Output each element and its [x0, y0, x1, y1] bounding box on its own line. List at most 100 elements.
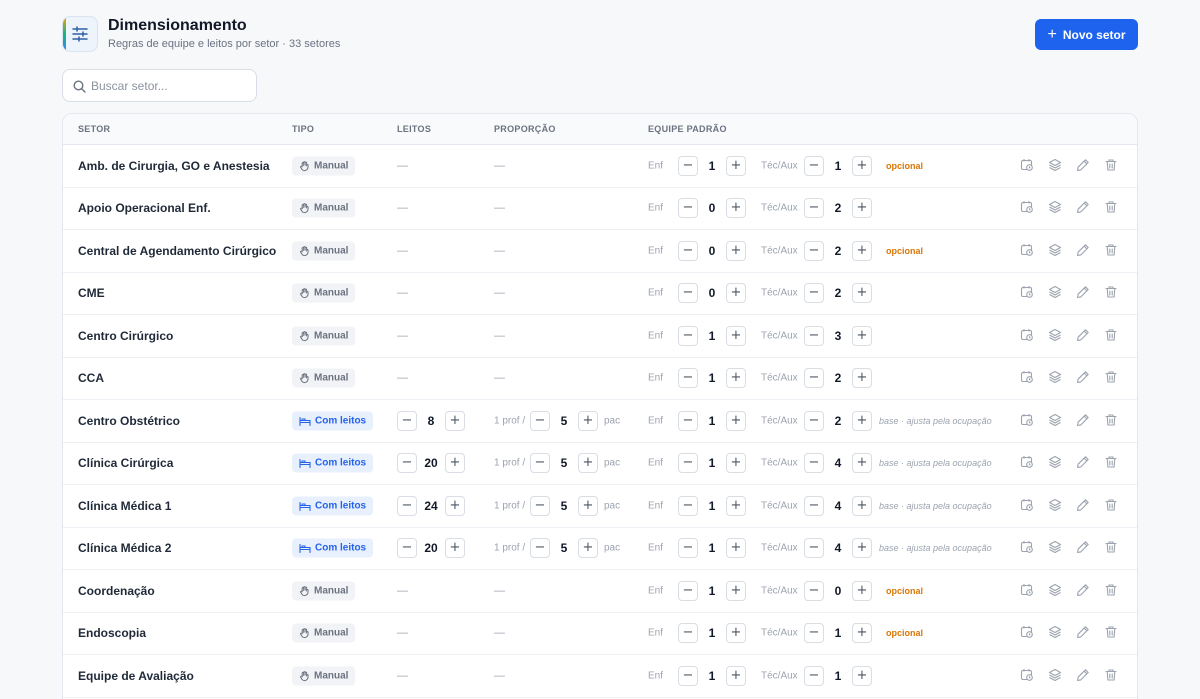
increment-button[interactable]: +	[726, 665, 746, 686]
layers-button[interactable]	[1048, 583, 1064, 599]
decrement-button[interactable]: −	[678, 453, 698, 474]
decrement-button[interactable]: −	[678, 410, 698, 431]
delete-button[interactable]	[1104, 285, 1120, 301]
decrement-button[interactable]: −	[804, 623, 824, 644]
decrement-button[interactable]: −	[678, 538, 698, 559]
increment-button[interactable]: +	[852, 240, 872, 261]
layers-button[interactable]	[1048, 455, 1064, 471]
increment-button[interactable]: +	[578, 410, 598, 431]
schedule-button[interactable]	[1020, 498, 1036, 514]
increment-button[interactable]: +	[726, 410, 746, 431]
layers-button[interactable]	[1048, 540, 1064, 556]
delete-button[interactable]	[1104, 243, 1120, 259]
decrement-button[interactable]: −	[804, 325, 824, 346]
schedule-button[interactable]	[1020, 328, 1036, 344]
decrement-button[interactable]: −	[804, 410, 824, 431]
increment-button[interactable]: +	[445, 453, 465, 474]
layers-button[interactable]	[1048, 498, 1064, 514]
decrement-button[interactable]: −	[678, 240, 698, 261]
decrement-button[interactable]: −	[804, 368, 824, 389]
decrement-button[interactable]: −	[804, 580, 824, 601]
delete-button[interactable]	[1104, 625, 1120, 641]
layers-button[interactable]	[1048, 625, 1064, 641]
decrement-button[interactable]: −	[804, 155, 824, 176]
increment-button[interactable]: +	[726, 368, 746, 389]
layers-button[interactable]	[1048, 158, 1064, 174]
delete-button[interactable]	[1104, 668, 1120, 684]
edit-button[interactable]	[1076, 583, 1092, 599]
edit-button[interactable]	[1076, 540, 1092, 556]
increment-button[interactable]: +	[726, 325, 746, 346]
search-input[interactable]	[91, 77, 251, 95]
delete-button[interactable]	[1104, 200, 1120, 216]
decrement-button[interactable]: −	[804, 453, 824, 474]
decrement-button[interactable]: −	[530, 538, 550, 559]
decrement-button[interactable]: −	[530, 495, 550, 516]
increment-button[interactable]: +	[578, 538, 598, 559]
increment-button[interactable]: +	[726, 240, 746, 261]
layers-button[interactable]	[1048, 285, 1064, 301]
decrement-button[interactable]: −	[804, 665, 824, 686]
decrement-button[interactable]: −	[397, 453, 417, 474]
schedule-button[interactable]	[1020, 158, 1036, 174]
edit-button[interactable]	[1076, 285, 1092, 301]
edit-button[interactable]	[1076, 328, 1092, 344]
increment-button[interactable]: +	[852, 198, 872, 219]
edit-button[interactable]	[1076, 498, 1092, 514]
layers-button[interactable]	[1048, 200, 1064, 216]
decrement-button[interactable]: −	[804, 538, 824, 559]
edit-button[interactable]	[1076, 370, 1092, 386]
increment-button[interactable]: +	[852, 580, 872, 601]
increment-button[interactable]: +	[726, 198, 746, 219]
delete-button[interactable]	[1104, 413, 1120, 429]
delete-button[interactable]	[1104, 455, 1120, 471]
increment-button[interactable]: +	[852, 410, 872, 431]
edit-button[interactable]	[1076, 243, 1092, 259]
decrement-button[interactable]: −	[397, 538, 417, 559]
edit-button[interactable]	[1076, 158, 1092, 174]
increment-button[interactable]: +	[852, 665, 872, 686]
schedule-button[interactable]	[1020, 455, 1036, 471]
decrement-button[interactable]: −	[678, 325, 698, 346]
delete-button[interactable]	[1104, 370, 1120, 386]
edit-button[interactable]	[1076, 668, 1092, 684]
decrement-button[interactable]: −	[397, 495, 417, 516]
increment-button[interactable]: +	[726, 453, 746, 474]
decrement-button[interactable]: −	[678, 198, 698, 219]
layers-button[interactable]	[1048, 668, 1064, 684]
increment-button[interactable]: +	[578, 453, 598, 474]
decrement-button[interactable]: −	[397, 410, 417, 431]
schedule-button[interactable]	[1020, 285, 1036, 301]
schedule-button[interactable]	[1020, 370, 1036, 386]
decrement-button[interactable]: −	[678, 155, 698, 176]
increment-button[interactable]: +	[726, 538, 746, 559]
delete-button[interactable]	[1104, 328, 1120, 344]
layers-button[interactable]	[1048, 328, 1064, 344]
decrement-button[interactable]: −	[530, 410, 550, 431]
increment-button[interactable]: +	[852, 623, 872, 644]
delete-button[interactable]	[1104, 583, 1120, 599]
layers-button[interactable]	[1048, 243, 1064, 259]
delete-button[interactable]	[1104, 498, 1120, 514]
delete-button[interactable]	[1104, 540, 1120, 556]
edit-button[interactable]	[1076, 200, 1092, 216]
layers-button[interactable]	[1048, 370, 1064, 386]
decrement-button[interactable]: −	[804, 198, 824, 219]
schedule-button[interactable]	[1020, 583, 1036, 599]
increment-button[interactable]: +	[726, 623, 746, 644]
edit-button[interactable]	[1076, 413, 1092, 429]
decrement-button[interactable]: −	[530, 453, 550, 474]
increment-button[interactable]: +	[852, 368, 872, 389]
schedule-button[interactable]	[1020, 540, 1036, 556]
decrement-button[interactable]: −	[678, 665, 698, 686]
decrement-button[interactable]: −	[678, 580, 698, 601]
increment-button[interactable]: +	[445, 410, 465, 431]
increment-button[interactable]: +	[445, 495, 465, 516]
schedule-button[interactable]	[1020, 200, 1036, 216]
increment-button[interactable]: +	[726, 580, 746, 601]
decrement-button[interactable]: −	[678, 495, 698, 516]
new-sector-button[interactable]: + Novo setor	[1035, 19, 1138, 50]
decrement-button[interactable]: −	[678, 623, 698, 644]
decrement-button[interactable]: −	[804, 283, 824, 304]
decrement-button[interactable]: −	[804, 495, 824, 516]
